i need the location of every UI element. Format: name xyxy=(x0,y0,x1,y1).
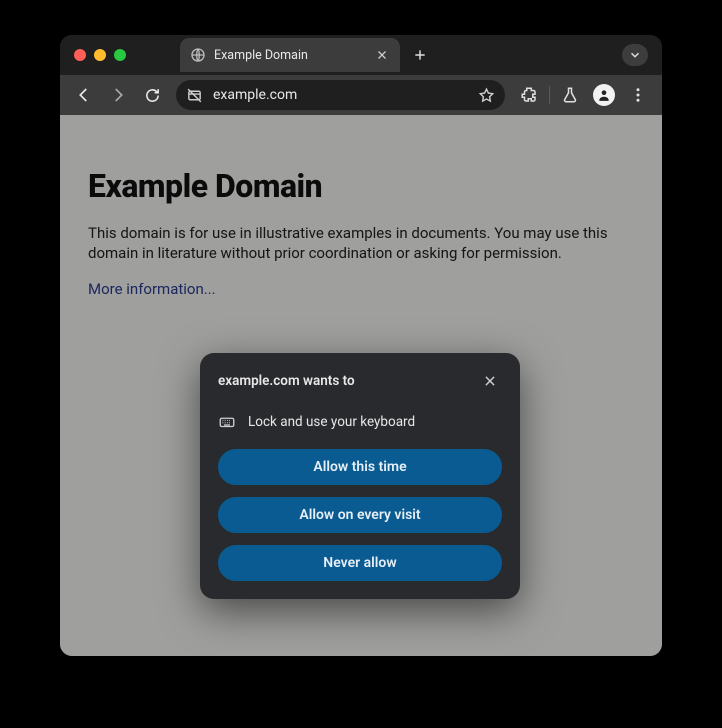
bookmark-star-icon[interactable] xyxy=(478,87,495,104)
toolbar: example.com xyxy=(60,75,662,115)
tab-strip: Example Domain xyxy=(180,38,622,72)
titlebar: Example Domain xyxy=(60,35,662,75)
reload-button[interactable] xyxy=(136,79,168,111)
address-bar[interactable]: example.com xyxy=(176,80,505,110)
dialog-buttons: Allow this time Allow on every visit Nev… xyxy=(218,449,502,581)
tab-title: Example Domain xyxy=(214,48,366,63)
extensions-button[interactable] xyxy=(513,79,545,111)
allow-this-time-button[interactable]: Allow this time xyxy=(218,449,502,485)
url-text: example.com xyxy=(213,87,468,103)
tab-close-button[interactable] xyxy=(374,47,390,63)
labs-button[interactable] xyxy=(554,79,586,111)
page-viewport: Example Domain This domain is for use in… xyxy=(60,115,662,656)
menu-button[interactable] xyxy=(622,79,654,111)
back-button[interactable] xyxy=(68,79,100,111)
forward-button[interactable] xyxy=(102,79,134,111)
toolbar-separator xyxy=(549,86,550,104)
permission-label: Lock and use your keyboard xyxy=(248,414,415,430)
keyboard-icon xyxy=(218,413,236,431)
avatar xyxy=(593,84,615,106)
new-tab-button[interactable] xyxy=(406,41,434,69)
never-allow-button[interactable]: Never allow xyxy=(218,545,502,581)
tab-overflow-button[interactable] xyxy=(622,44,648,66)
browser-tab[interactable]: Example Domain xyxy=(180,38,400,72)
window-close-button[interactable] xyxy=(74,49,86,61)
allow-every-visit-button[interactable]: Allow on every visit xyxy=(218,497,502,533)
permission-dialog: example.com wants to Lock and use your k… xyxy=(200,353,520,599)
dialog-close-button[interactable] xyxy=(478,369,502,393)
window-minimize-button[interactable] xyxy=(94,49,106,61)
window-zoom-button[interactable] xyxy=(114,49,126,61)
dialog-title: example.com wants to xyxy=(218,373,355,389)
site-info-icon[interactable] xyxy=(186,87,203,104)
profile-button[interactable] xyxy=(588,79,620,111)
window-controls xyxy=(74,49,126,61)
permission-row: Lock and use your keyboard xyxy=(218,413,502,431)
globe-icon xyxy=(190,47,206,63)
browser-window: Example Domain xyxy=(60,35,662,656)
